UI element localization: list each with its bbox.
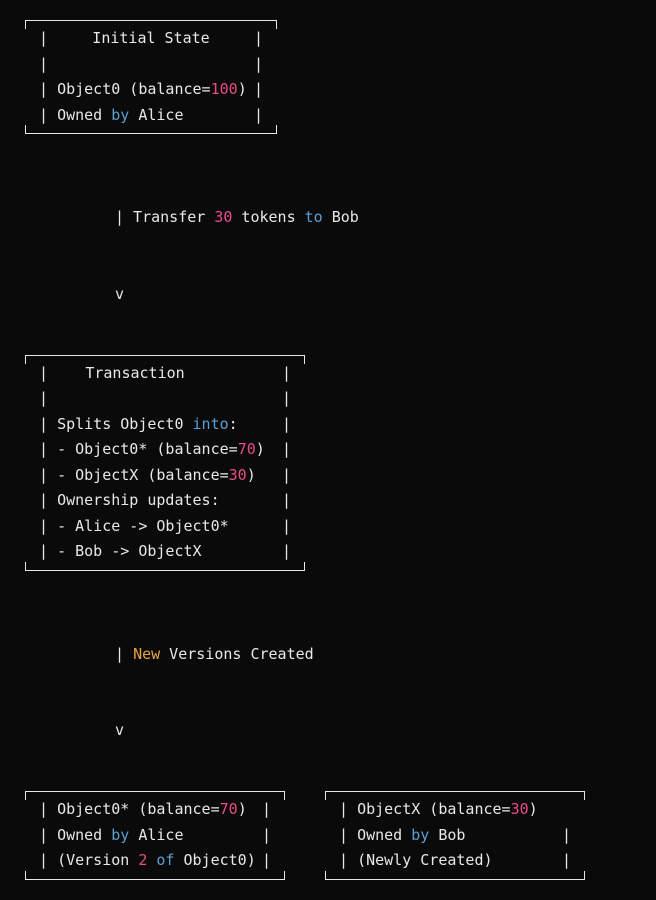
object0-star-box: Object0* (balance=70) Owned by Alice (Ve… bbox=[25, 791, 285, 880]
objectx-box: ObjectX (balance=30) Owned by Bob (Newly… bbox=[325, 791, 585, 880]
box2-title: Transaction bbox=[85, 361, 244, 387]
box1-title: Initial State bbox=[92, 26, 209, 52]
transaction-box: Transaction Splits Object0 into: - Objec… bbox=[25, 355, 305, 571]
arrow-transfer: | Transfer 30 tokens to Bob v bbox=[25, 134, 631, 355]
arrow-versions: | New Versions Created v bbox=[25, 571, 631, 792]
result-row: Object0* (balance=70) Owned by Alice (Ve… bbox=[25, 791, 631, 880]
initial-state-box: Initial State Object0 (balance=100) Owne… bbox=[25, 20, 277, 134]
